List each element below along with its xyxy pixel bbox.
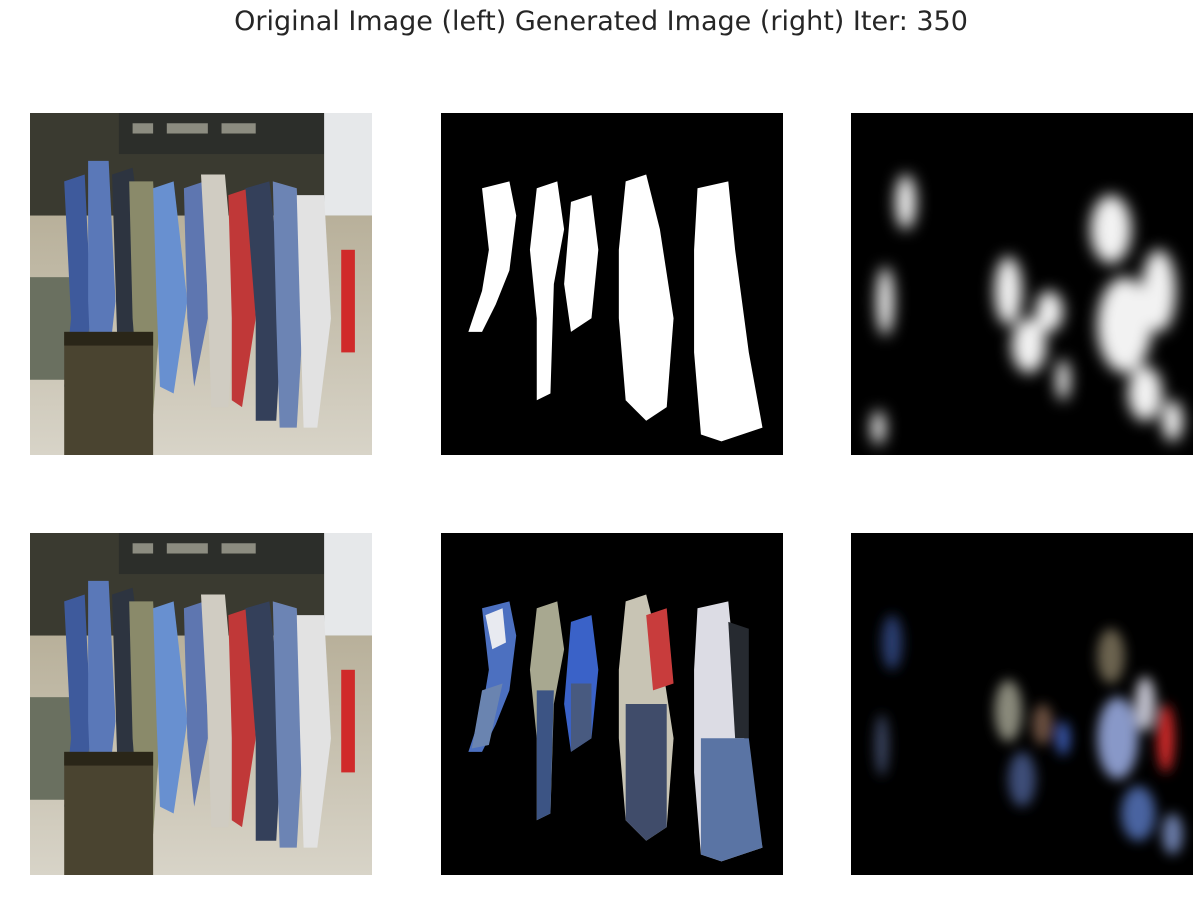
original-image-panel-bottom (30, 533, 372, 875)
generated-mask-panel (851, 113, 1193, 455)
generated-masked-photo-panel (851, 533, 1193, 875)
original-photo (30, 533, 372, 875)
ground-truth-mask-panel (441, 113, 783, 455)
figure-title: Original Image (left) Generated Image (r… (234, 6, 968, 37)
generated-masked-photo (851, 533, 1193, 875)
ground-truth-masked-photo (441, 533, 783, 875)
ground-truth-mask (441, 113, 783, 455)
original-image-panel-top (30, 113, 372, 455)
ground-truth-masked-photo-panel (441, 533, 783, 875)
original-photo (30, 113, 372, 455)
generated-mask (851, 113, 1193, 455)
